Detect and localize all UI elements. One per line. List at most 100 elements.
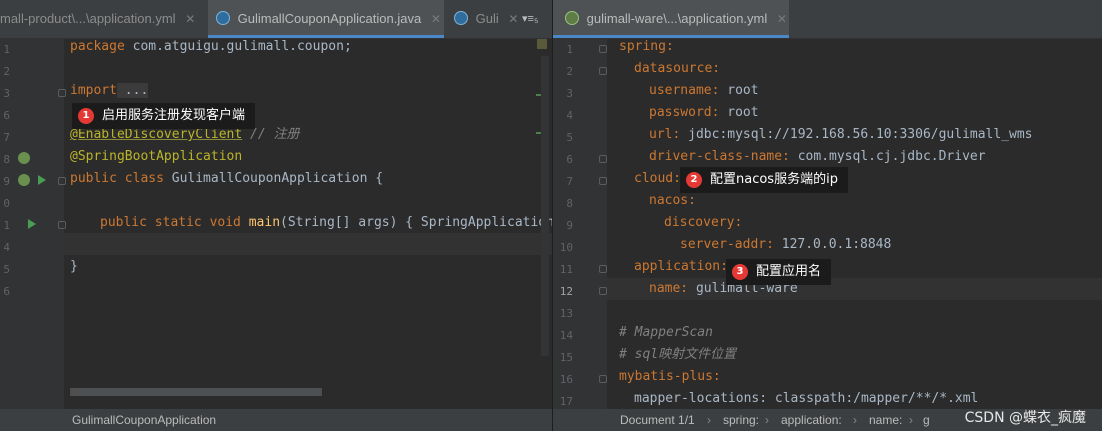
line-number: 5	[3, 263, 10, 276]
right-tab-bar: gulimall-ware\...\application.yml ✕	[553, 0, 1102, 39]
line-number: 4	[566, 109, 573, 122]
fold-icon[interactable]	[599, 155, 607, 163]
vertical-scrollbar[interactable]	[541, 56, 549, 356]
java-class-icon	[454, 11, 468, 25]
code-line: }	[70, 259, 78, 274]
yaml-line: spring:	[619, 39, 674, 54]
callout-text: 配置nacos服务端的ip	[710, 172, 838, 187]
line-number: 16	[559, 373, 573, 386]
fold-icon[interactable]	[599, 177, 607, 185]
breadcrumb-value[interactable]: g	[923, 409, 930, 431]
line-number: 3	[566, 87, 573, 100]
line-number: 4	[3, 241, 10, 254]
line-number: 2	[566, 65, 573, 78]
line-number: 17	[559, 395, 573, 408]
breadcrumb-application[interactable]: application:	[781, 409, 842, 431]
fold-icon[interactable]	[58, 177, 66, 185]
line-number: 9	[3, 175, 10, 188]
yaml-line: url: jdbc:mysql://192.168.56.10:3306/gul…	[649, 127, 1033, 142]
close-icon[interactable]: ✕	[185, 12, 195, 26]
yaml-line: server-addr: 127.0.0.1:8848	[680, 237, 892, 252]
yaml-line: username: root	[649, 83, 759, 98]
spring-bean-icon[interactable]	[18, 152, 30, 164]
line-number: 6	[566, 153, 573, 166]
fold-icon[interactable]	[58, 89, 66, 97]
tab-guli[interactable]: Guli ✕	[448, 0, 520, 38]
breadcrumb-document[interactable]: Document 1/1	[620, 409, 695, 431]
yaml-line: datasource:	[634, 61, 721, 76]
close-icon[interactable]: ✕	[777, 12, 787, 26]
annotation-callout-1: 1 启用服务注册发现客户端	[72, 103, 256, 129]
yaml-line: # MapperScan	[619, 325, 713, 340]
close-icon[interactable]: ✕	[508, 12, 518, 26]
line-number: 3	[3, 87, 10, 100]
yaml-line: application:	[634, 259, 728, 274]
java-editor[interactable]: 1 2 3 6 7 8 9 0 1 4 5 6 package com.atgu…	[0, 39, 552, 409]
code-line: public static void main(String[] args) {…	[100, 215, 552, 230]
fold-icon[interactable]	[58, 221, 66, 229]
tab-label: GulimallCouponApplication.java	[237, 11, 422, 26]
yaml-gutter: 1 2 3 4 5 6 7 8 9 10 11 12 13 14 15 16 1…	[553, 39, 607, 409]
line-number: 2	[3, 65, 10, 78]
yaml-line: mybatis-plus:	[619, 369, 721, 384]
inspection-indicator[interactable]	[537, 39, 547, 49]
java-gutter: 1 2 3 6 7 8 9 0 1 4 5 6	[0, 39, 66, 409]
line-number: 9	[566, 219, 573, 232]
fold-icon[interactable]	[599, 265, 607, 273]
breadcrumb-separator: ›	[765, 413, 769, 427]
yaml-line: password: root	[649, 105, 759, 120]
callout-text: 配置应用名	[756, 264, 822, 279]
line-number: 8	[3, 153, 10, 166]
tab-coupon-application-java[interactable]: GulimallCouponApplication.java ✕	[208, 0, 444, 38]
line-number: 1	[566, 43, 573, 56]
breadcrumb-name[interactable]: name:	[869, 409, 902, 431]
fold-icon[interactable]	[599, 375, 607, 383]
close-icon[interactable]: ✕	[431, 12, 441, 26]
line-number: 0	[3, 197, 10, 210]
csdn-watermark: CSDN @蝶衣_疯魔	[964, 410, 1086, 426]
yaml-line: mapper-locations: classpath:/mapper/**/*…	[634, 391, 979, 406]
line-number: 15	[559, 351, 573, 364]
ide-window: mall-product\...\application.yml ✕ Gulim…	[0, 0, 1102, 431]
tab-label: Guli	[475, 11, 499, 26]
annotation-callout-2: 2 配置nacos服务端的ip	[680, 167, 848, 193]
line-number: 10	[559, 241, 573, 254]
breadcrumb-separator: ›	[707, 413, 711, 427]
yaml-line: # sql映射文件位置	[619, 347, 737, 362]
breadcrumb-class[interactable]: GulimallCouponApplication	[72, 409, 216, 431]
yaml-line: cloud:	[634, 171, 681, 186]
breadcrumb-separator: ›	[909, 413, 913, 427]
yaml-line: nacos:	[649, 193, 696, 208]
code-line: import ...	[70, 83, 149, 98]
yaml-editor[interactable]: 1 2 3 4 5 6 7 8 9 10 11 12 13 14 15 16 1…	[553, 39, 1102, 409]
tab-product-application-yml[interactable]: mall-product\...\application.yml ✕	[0, 0, 204, 38]
fold-icon[interactable]	[599, 67, 607, 75]
line-number: 14	[559, 329, 573, 342]
fold-icon[interactable]	[599, 287, 607, 295]
callout-number-badge: 2	[686, 172, 702, 188]
breadcrumb-spring[interactable]: spring:	[723, 409, 759, 431]
line-number: 6	[3, 109, 10, 122]
caret-line-highlight	[0, 233, 552, 255]
line-number: 12	[559, 285, 573, 298]
code-line: package com.atguigu.gulimall.coupon;	[70, 39, 352, 54]
line-number: 7	[566, 175, 573, 188]
run-icon[interactable]	[28, 219, 36, 229]
yaml-file-icon	[565, 11, 579, 25]
tab-label: gulimall-ware\...\application.yml	[586, 11, 768, 26]
left-tab-bar: mall-product\...\application.yml ✕ Gulim…	[0, 0, 552, 39]
line-number: 8	[566, 197, 573, 210]
callout-text: 启用服务注册发现客户端	[102, 108, 246, 123]
run-icon[interactable]	[38, 175, 46, 185]
fold-icon[interactable]	[599, 45, 607, 53]
horizontal-scrollbar[interactable]	[70, 388, 322, 396]
line-number: 13	[559, 307, 573, 320]
callout-number-badge: 1	[78, 108, 94, 124]
tab-overflow-button[interactable]: ▾≡₅	[522, 0, 552, 38]
tab-ware-application-yml[interactable]: gulimall-ware\...\application.yml ✕	[553, 0, 789, 38]
annotation-callout-3: 3 配置应用名	[726, 259, 832, 285]
line-number: 7	[3, 131, 10, 144]
java-class-icon	[216, 11, 230, 25]
spring-bean-icon[interactable]	[18, 174, 30, 186]
code-line: @SpringBootApplication	[70, 149, 243, 164]
